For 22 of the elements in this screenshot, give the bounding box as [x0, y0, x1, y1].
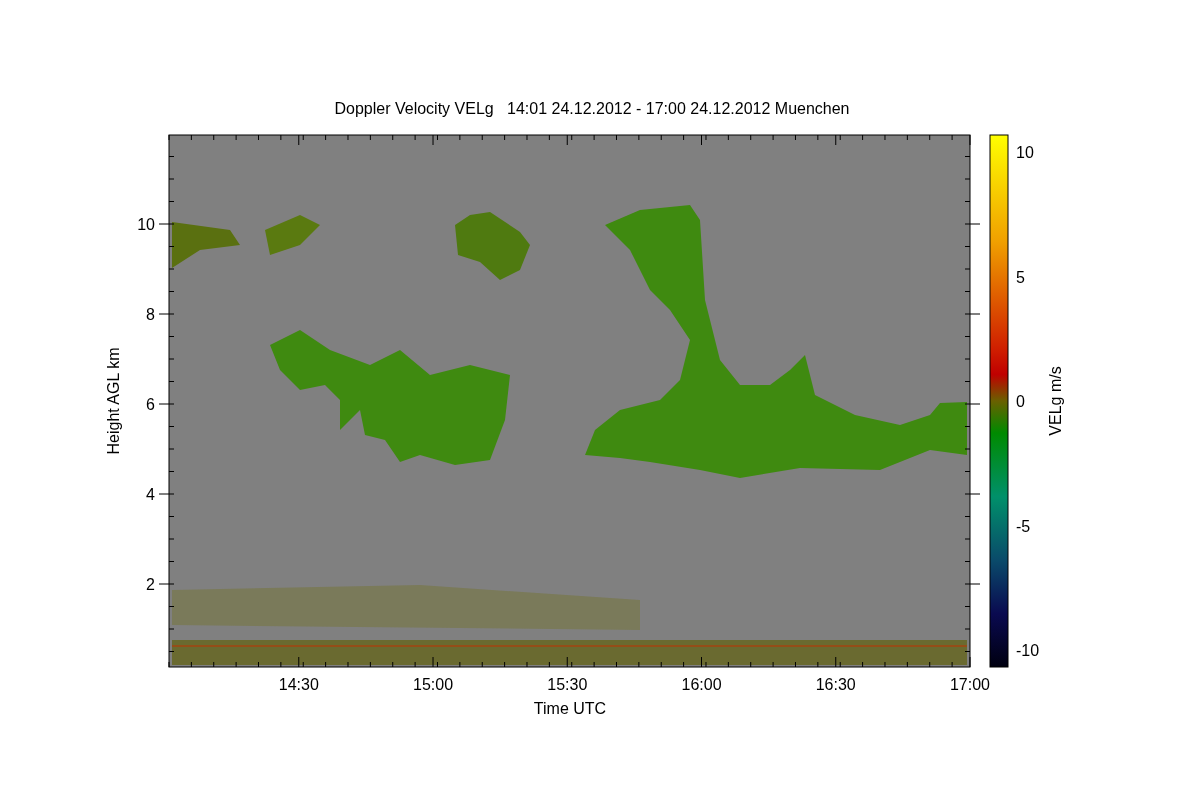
y-tick-label: 10 — [137, 216, 155, 233]
x-tick-label: 17:00 — [950, 676, 990, 693]
x-tick-label: 14:30 — [278, 676, 319, 693]
y-tick-label: 6 — [146, 396, 155, 413]
y-tick-label: 4 — [146, 486, 155, 503]
colorbar-tick-label: 10 — [1016, 144, 1034, 161]
y-tick-label: 8 — [146, 306, 155, 323]
radar-echo — [265, 215, 320, 255]
y-tick-label: 2 — [146, 576, 155, 593]
x-tick-label: 15:00 — [413, 676, 454, 693]
x-tick-label: 15:30 — [547, 676, 588, 693]
colorbar-tick-label: 0 — [1016, 393, 1025, 410]
x-tick-label: 16:00 — [681, 676, 722, 693]
colorbar-tick-label: 5 — [1016, 268, 1025, 286]
y-axis-label: Height AGL km — [105, 347, 122, 455]
chart-title: Doppler Velocity VELg 14:01 24.12.2012 - 17:00 24.12.2012 Muenchen — [334, 100, 850, 117]
x-axis-label: Time UTC — [533, 700, 607, 717]
colorbar-tick-label: -10 — [1016, 642, 1040, 659]
colorbar-label: VELg m/s — [1047, 366, 1064, 436]
x-tick-label: 16:30 — [815, 676, 856, 693]
radar-echo — [172, 222, 240, 268]
colorbar-tick-label: -5 — [1016, 517, 1031, 535]
